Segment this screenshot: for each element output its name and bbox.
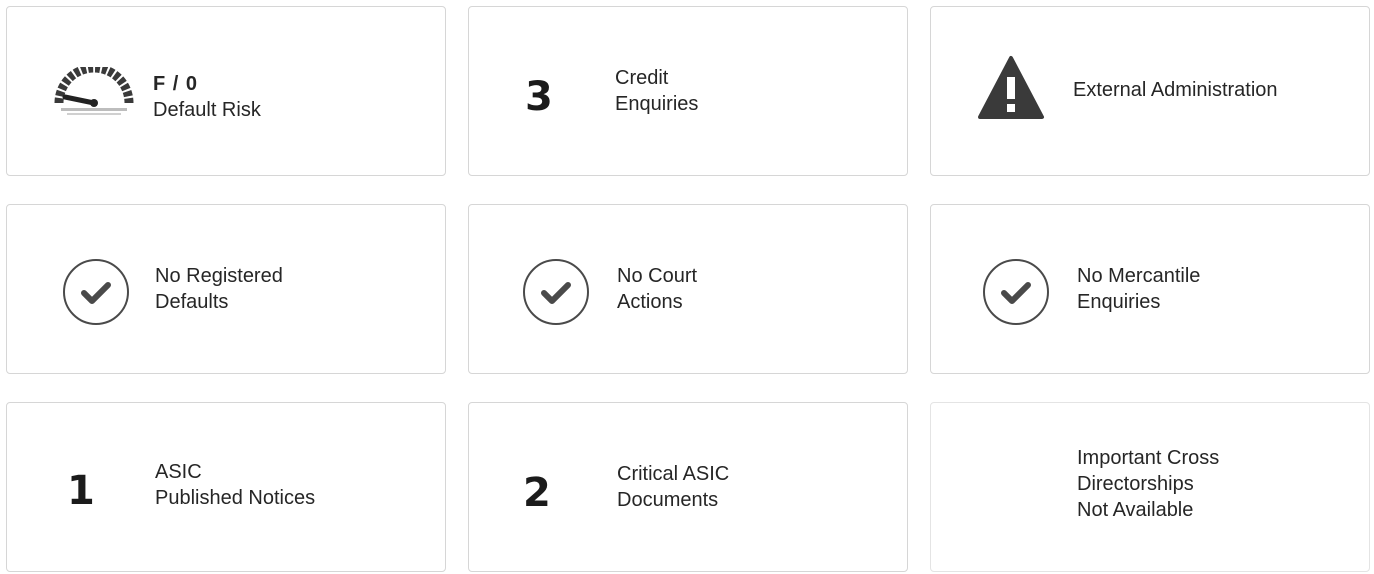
court-actions-line-1: No Court [617, 265, 698, 287]
checkmark-circle-icon [521, 257, 591, 327]
credit-enquiries-text: Credit Enquiries [615, 65, 698, 117]
critical-asic-documents-line-1: Critical ASIC [617, 463, 730, 485]
asic-published-notices-count: 1 [67, 468, 95, 514]
default-risk-text: F / 0 Default Risk [153, 71, 261, 123]
mercantile-enquiries-text: No Mercantile Enquiries [1077, 263, 1200, 315]
registered-defaults-line-2: Defaults [155, 291, 229, 313]
default-risk-grade: F / 0 [153, 73, 199, 95]
external-administration-text: External Administration [1073, 77, 1278, 103]
card-credit-enquiries[interactable]: 3 Credit Enquiries [468, 6, 908, 176]
credit-enquiries-count: 3 [525, 74, 553, 120]
cross-directorships-line-1: Important Cross [1077, 447, 1220, 469]
registered-defaults-line-1: No Registered [155, 265, 283, 287]
asic-published-notices-line-2: Published Notices [155, 487, 316, 509]
card-default-risk[interactable]: F / 0 Default Risk [6, 6, 446, 176]
card-asic-published-notices[interactable]: 1 ASIC Published Notices [6, 402, 446, 572]
gauge-icon [53, 67, 135, 117]
asic-published-notices-line-1: ASIC [155, 461, 202, 483]
registered-defaults-text: No Registered Defaults [155, 263, 283, 315]
cross-directorships-line-3: Not Available [1077, 499, 1194, 521]
checkmark-circle-icon [981, 257, 1051, 327]
critical-asic-documents-text: Critical ASIC Documents [617, 461, 729, 513]
critical-asic-documents-count: 2 [523, 470, 551, 516]
credit-enquiries-line-1: Credit [615, 67, 669, 89]
card-registered-defaults[interactable]: No Registered Defaults [6, 204, 446, 374]
mercantile-enquiries-line-2: Enquiries [1077, 291, 1161, 313]
default-risk-label: Default Risk [153, 99, 261, 121]
warning-icon [977, 55, 1045, 121]
card-cross-directorships[interactable]: Important Cross Directorships Not Availa… [930, 402, 1370, 572]
cross-directorships-line-2: Directorships [1077, 473, 1194, 495]
external-administration-label: External Administration [1073, 79, 1278, 101]
asic-published-notices-text: ASIC Published Notices [155, 459, 315, 511]
mercantile-enquiries-line-1: No Mercantile [1077, 265, 1201, 287]
court-actions-text: No Court Actions [617, 263, 697, 315]
credit-enquiries-line-2: Enquiries [615, 93, 699, 115]
card-critical-asic-documents[interactable]: 2 Critical ASIC Documents [468, 402, 908, 572]
checkmark-circle-icon [61, 257, 131, 327]
card-external-administration[interactable]: External Administration [930, 6, 1370, 176]
court-actions-line-2: Actions [617, 291, 683, 313]
card-mercantile-enquiries[interactable]: No Mercantile Enquiries [930, 204, 1370, 374]
critical-asic-documents-line-2: Documents [617, 489, 719, 511]
cross-directorships-text: Important Cross Directorships Not Availa… [1077, 445, 1219, 523]
card-court-actions[interactable]: No Court Actions [468, 204, 908, 374]
